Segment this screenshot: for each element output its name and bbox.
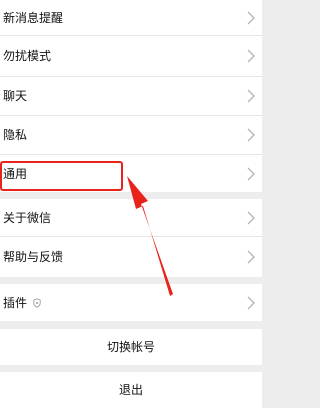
settings-item-label: 插件 bbox=[3, 297, 41, 309]
settings-item-label: 隐私 bbox=[3, 128, 28, 142]
switch-account-label: 切换帐号 bbox=[106, 340, 155, 354]
settings-item-label: 聊天 bbox=[3, 89, 28, 103]
settings-item-plugins[interactable]: 插件 bbox=[0, 284, 262, 321]
shield-icon bbox=[33, 298, 41, 308]
settings-item-chat[interactable]: 聊天 bbox=[0, 77, 262, 115]
settings-item-label: 关于微信 bbox=[3, 210, 52, 225]
settings-item-help-feedback[interactable]: 帮助与反馈 bbox=[0, 237, 262, 277]
settings-item-label: 帮助与反馈 bbox=[3, 250, 64, 264]
settings-item-new-message-alerts[interactable]: 新消息提醒 bbox=[0, 0, 262, 35]
logout-label: 退出 bbox=[118, 383, 143, 397]
settings-item-label: 勿扰模式 bbox=[3, 49, 52, 63]
settings-item-label: 新消息提醒 bbox=[3, 10, 64, 25]
settings-item-about-wechat[interactable]: 关于微信 bbox=[0, 199, 262, 236]
chevron-right-icon bbox=[247, 89, 255, 103]
chevron-right-icon bbox=[247, 211, 255, 224]
chevron-right-icon bbox=[247, 167, 255, 180]
highlight-box bbox=[0, 161, 123, 191]
switch-account-button[interactable]: 切换帐号 bbox=[0, 329, 262, 365]
chevron-right-icon bbox=[247, 296, 255, 309]
chevron-right-icon bbox=[247, 250, 255, 264]
settings-item-do-not-disturb[interactable]: 勿扰模式 bbox=[0, 36, 262, 76]
chevron-right-icon bbox=[247, 128, 255, 142]
logout-button[interactable]: 退出 bbox=[0, 372, 262, 408]
plugins-label: 插件 bbox=[3, 295, 28, 310]
chevron-right-icon bbox=[247, 11, 255, 24]
chevron-right-icon bbox=[247, 49, 255, 63]
settings-item-privacy[interactable]: 隐私 bbox=[0, 116, 262, 154]
